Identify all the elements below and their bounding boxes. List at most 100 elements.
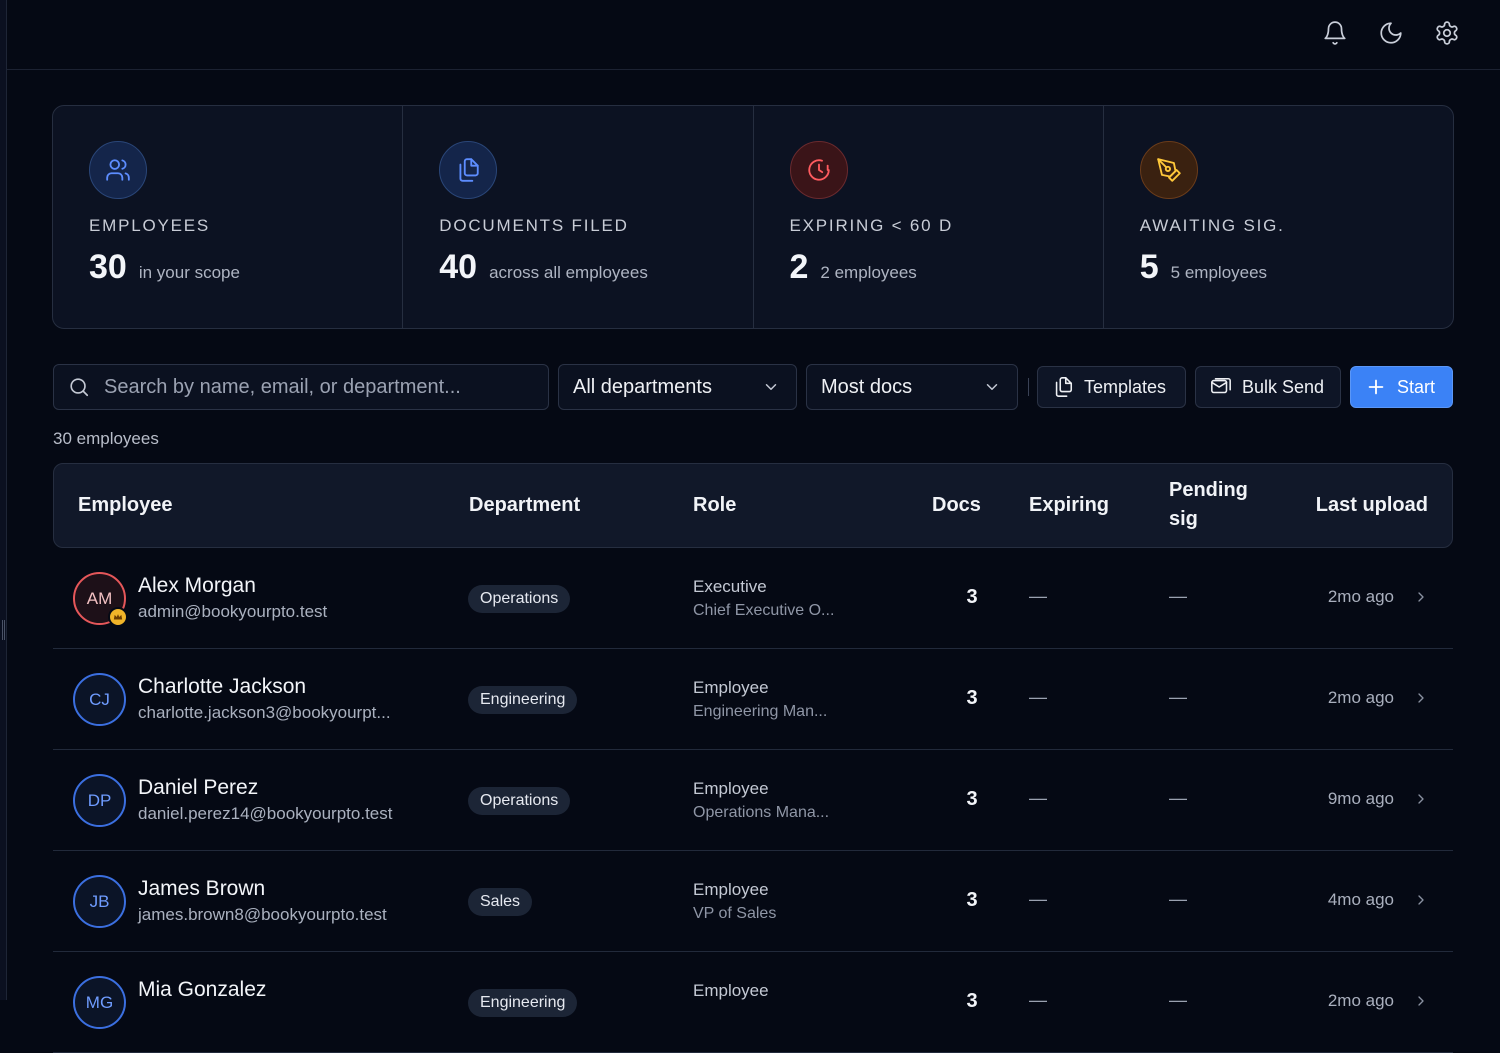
pending-sig-value: — bbox=[1169, 687, 1187, 707]
bulk-send-button-label: Bulk Send bbox=[1242, 376, 1325, 397]
column-header-last-upload[interactable]: Last upload bbox=[1316, 494, 1428, 517]
chevron-right-icon[interactable] bbox=[1413, 892, 1429, 908]
column-header-pending-sig-line2: sig bbox=[1169, 508, 1198, 530]
search-input[interactable] bbox=[104, 375, 544, 399]
pending-sig-value: — bbox=[1169, 990, 1187, 1010]
stat-card-expiring: EXPIRING < 60 D 2 2 employees bbox=[754, 106, 1104, 328]
sort-select[interactable]: Most docs bbox=[806, 364, 1018, 410]
employee-title: Operations Mana... bbox=[693, 804, 830, 821]
clock-alert-icon bbox=[789, 141, 848, 199]
docs-count: 3 bbox=[966, 687, 978, 709]
stats-panel: EMPLOYEES 30 in your scope DOCUMENTS FIL… bbox=[52, 105, 1454, 329]
chevron-down-icon bbox=[765, 384, 777, 390]
employee-table-body: AM Alex Morgan admin@bookyourpto.test Op… bbox=[53, 548, 1453, 1053]
table-row[interactable]: DP Daniel Perez daniel.perez14@bookyourp… bbox=[53, 750, 1453, 851]
stat-label: DOCUMENTS FILED bbox=[439, 216, 629, 235]
toolbar: All departments Most docs Templates Bulk… bbox=[53, 364, 1453, 410]
stat-label: EMPLOYEES bbox=[89, 216, 211, 235]
avatar: JB bbox=[73, 875, 126, 928]
employee-name: James Brown bbox=[138, 877, 266, 900]
table-header: Employee Department Role Docs Expiring P… bbox=[53, 463, 1453, 548]
column-header-department[interactable]: Department bbox=[469, 494, 580, 517]
employee-email: james.brown8@bookyourpto.test bbox=[138, 905, 387, 924]
stat-subtext: across all employees bbox=[489, 263, 648, 282]
column-header-role[interactable]: Role bbox=[693, 494, 736, 517]
expiring-value: — bbox=[1029, 990, 1047, 1010]
last-upload-value: 4mo ago bbox=[1327, 890, 1394, 909]
department-badge: Engineering bbox=[468, 989, 578, 1017]
resize-handle[interactable] bbox=[2, 620, 5, 640]
chevron-right-icon[interactable] bbox=[1413, 993, 1429, 1009]
copy-icon bbox=[1055, 377, 1073, 397]
column-header-employee[interactable]: Employee bbox=[78, 494, 172, 517]
stat-subtext: 2 employees bbox=[820, 263, 917, 282]
bell-icon[interactable] bbox=[1318, 16, 1352, 50]
last-upload-value: 2mo ago bbox=[1327, 688, 1394, 707]
search-icon bbox=[70, 378, 89, 397]
department-select[interactable]: All departments bbox=[558, 364, 797, 410]
avatar: CJ bbox=[73, 673, 126, 726]
stat-subtext: 5 employees bbox=[1170, 263, 1268, 282]
employee-email: admin@bookyourpto.test bbox=[138, 602, 328, 621]
templates-button-label: Templates bbox=[1084, 376, 1167, 397]
chevron-right-icon[interactable] bbox=[1413, 791, 1429, 807]
avatar-initials: JB bbox=[89, 891, 110, 911]
department-badge: Operations bbox=[468, 585, 571, 613]
pending-sig-value: — bbox=[1169, 586, 1187, 606]
search-box[interactable] bbox=[53, 364, 549, 410]
chevron-right-icon[interactable] bbox=[1413, 589, 1429, 605]
employee-name: Charlotte Jackson bbox=[138, 675, 307, 698]
left-rail bbox=[0, 0, 7, 1000]
chevron-right-icon[interactable] bbox=[1413, 690, 1429, 706]
expiring-value: — bbox=[1029, 586, 1047, 606]
employee-name: Alex Morgan bbox=[138, 574, 256, 597]
department-select-value: All departments bbox=[573, 375, 712, 398]
stat-subtext: in your scope bbox=[138, 263, 240, 282]
employee-title: Engineering Man... bbox=[693, 703, 828, 720]
employee-name: Daniel Perez bbox=[138, 776, 259, 799]
employee-title: Chief Executive O... bbox=[693, 602, 835, 619]
topbar-actions bbox=[1318, 16, 1464, 50]
table-row[interactable]: CJ Charlotte Jackson charlotte.jackson3@… bbox=[53, 649, 1453, 750]
stat-value: 5 bbox=[1139, 248, 1159, 286]
bulk-send-button[interactable]: Bulk Send bbox=[1195, 366, 1341, 408]
column-header-pending-sig[interactable]: Pending sig bbox=[1169, 479, 1248, 531]
expiring-value: — bbox=[1029, 687, 1047, 707]
start-button-label: Start bbox=[1397, 376, 1436, 397]
column-header-docs[interactable]: Docs bbox=[932, 494, 981, 517]
employee-role: Executive bbox=[693, 577, 767, 596]
table-row[interactable]: AM Alex Morgan admin@bookyourpto.test Op… bbox=[53, 548, 1453, 649]
employee-role: Employee bbox=[693, 678, 769, 697]
employee-email: daniel.perez14@bookyourpto.test bbox=[138, 804, 393, 823]
docs-count: 3 bbox=[966, 586, 978, 608]
last-upload-value: 2mo ago bbox=[1327, 587, 1394, 606]
docs-count: 3 bbox=[966, 889, 978, 911]
employee-title: VP of Sales bbox=[693, 905, 777, 922]
avatar-initials: MG bbox=[85, 992, 114, 1012]
department-badge: Operations bbox=[468, 787, 571, 815]
crown-icon bbox=[108, 607, 128, 627]
start-button[interactable]: Start bbox=[1350, 366, 1453, 408]
templates-button[interactable]: Templates bbox=[1037, 366, 1186, 408]
chevron-down-icon bbox=[986, 384, 998, 390]
plus-icon bbox=[1368, 379, 1384, 395]
docs-count: 3 bbox=[966, 788, 978, 810]
gear-icon[interactable] bbox=[1430, 16, 1464, 50]
toolbar-divider bbox=[1028, 378, 1029, 396]
employee-name: Mia Gonzalez bbox=[138, 978, 267, 1001]
avatar: AM bbox=[73, 572, 128, 627]
moon-icon[interactable] bbox=[1374, 16, 1408, 50]
users-icon bbox=[89, 141, 147, 199]
pending-sig-value: — bbox=[1169, 889, 1187, 909]
last-upload-value: 2mo ago bbox=[1327, 991, 1394, 1010]
column-header-expiring[interactable]: Expiring bbox=[1029, 494, 1109, 517]
department-badge: Sales bbox=[468, 888, 533, 916]
pending-sig-value: — bbox=[1169, 788, 1187, 808]
table-row[interactable]: MG Mia Gonzalez Engineering Employee 3 —… bbox=[53, 952, 1453, 1053]
avatar-initials: DP bbox=[87, 790, 112, 810]
last-upload-value: 9mo ago bbox=[1327, 789, 1394, 808]
sort-select-value: Most docs bbox=[821, 375, 913, 398]
pen-tool-icon bbox=[1139, 141, 1198, 199]
table-row[interactable]: JB James Brown james.brown8@bookyourpto.… bbox=[53, 851, 1453, 952]
mail-send-icon bbox=[1211, 377, 1231, 394]
